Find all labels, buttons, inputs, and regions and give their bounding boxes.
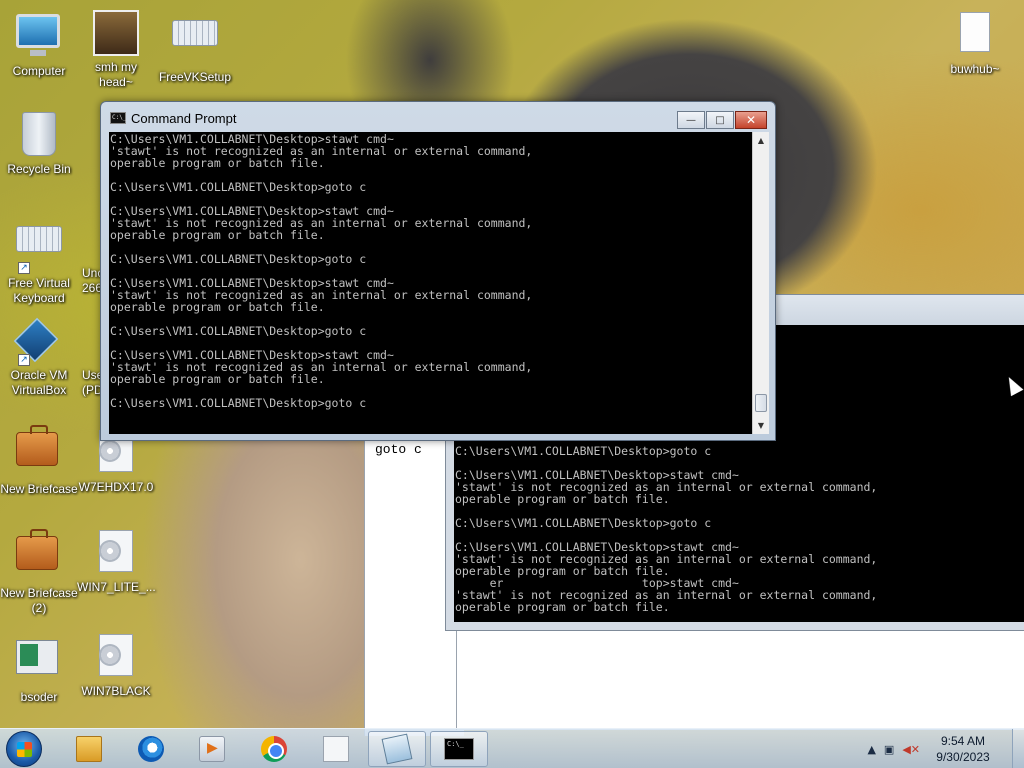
desktop-icon-label: WIN7BLACK [81, 684, 151, 698]
taskbar-disc-image-button[interactable] [307, 731, 365, 767]
taskbar-notepad-button[interactable] [368, 731, 426, 767]
console-line: operable program or batch file. [455, 600, 670, 614]
disc-image-icon [93, 530, 139, 576]
window-title: Command Prompt [131, 111, 237, 126]
desktop-icon-unc[interactable]: Unc 266 [60, 216, 100, 296]
desktop-icon-recycle-bin[interactable]: Recycle Bin [0, 112, 78, 177]
desktop-icon-label: W7EHDX17.0 [78, 480, 154, 494]
media-player-icon [199, 736, 225, 762]
document-icon [70, 216, 90, 262]
minimize-icon: — [686, 114, 696, 126]
console-line: C:\Users\VM1.COLLABNET\Desktop>goto c [110, 324, 367, 338]
taskbar-ie-button[interactable] [122, 731, 180, 767]
document-icon [70, 318, 90, 364]
desktop-icon-label: New Briefcase (2) [0, 586, 78, 615]
disc-image-icon [93, 634, 139, 680]
briefcase-icon [16, 536, 62, 582]
console-line: operable program or batch file. [110, 228, 325, 242]
clock-time: 9:54 AM [940, 734, 986, 748]
desktop-icon-label: Unc 266 [82, 266, 100, 295]
scroll-up-arrow-icon[interactable]: ▲ [753, 132, 769, 149]
disc-image-icon [323, 736, 349, 762]
maximize-icon: □ [715, 114, 725, 126]
desktop-icon-label: Computer [12, 64, 66, 78]
clock-date: 9/30/2023 [936, 750, 990, 764]
internet-explorer-icon [138, 736, 164, 762]
desktop-icon-label: WIN7_LITE_... [77, 580, 156, 594]
desktop-icon-label: New Briefcase [0, 482, 78, 496]
console-line: operable program or batch file. [110, 156, 325, 170]
taskbar-cmd-button[interactable]: C:\_ [430, 731, 488, 767]
show-desktop-button[interactable] [1012, 729, 1024, 768]
virtualbox-icon: ↗ [13, 317, 62, 366]
taskbar: C:\_ ▲ ▣ ◀✕ 9:54 AM 9/30/2023 [0, 728, 1024, 768]
desktop-icon-label: bsoder [20, 690, 58, 704]
console-line: operable program or batch file. [455, 492, 670, 506]
desktop-icon-buwhub[interactable]: buwhub~ [936, 10, 1014, 77]
desktop-icon-computer[interactable]: Computer [0, 10, 78, 79]
taskbar-chrome-button[interactable] [245, 731, 303, 767]
notepad-window-area[interactable] [456, 630, 1024, 730]
chrome-icon [261, 736, 287, 762]
network-icon[interactable]: ▣ [884, 743, 894, 756]
desktop-icon-win7-lite[interactable]: WIN7_LITE_... [77, 530, 156, 595]
console-line: operable program or batch file. [110, 372, 325, 386]
scrollbar-thumb[interactable] [755, 394, 767, 412]
desktop-icon-new-briefcase[interactable]: New Briefcase [0, 422, 78, 497]
desktop-icon-use-pd[interactable]: Use (PD [60, 318, 100, 398]
notepad-icon [381, 733, 413, 765]
document-icon [952, 12, 998, 58]
scroll-down-arrow-icon[interactable]: ▼ [753, 417, 769, 434]
desktop-icon-label: smh my head~ [95, 60, 137, 89]
clock[interactable]: 9:54 AM 9/30/2023 [928, 733, 998, 765]
start-button[interactable] [6, 731, 42, 767]
close-icon: ✕ [745, 113, 757, 127]
cmd-icon: C:\_ [444, 738, 474, 760]
shortcut-arrow-icon: ↗ [18, 262, 30, 274]
recycle-bin-icon [16, 112, 62, 158]
keyboard-icon: ↗ [16, 226, 62, 274]
console-line: C:\Users\VM1.COLLABNET\Desktop>goto c [110, 252, 367, 266]
bsoder-app-icon [16, 640, 62, 686]
desktop-icon-label: Recycle Bin [7, 162, 71, 176]
desktop-icon-freevksetup[interactable]: FreeVKSetup [156, 10, 234, 85]
console-line: operable program or batch file. [110, 300, 325, 314]
console-output: C:\Users\VM1.COLLABNET\Desktop>stawt cmd… [109, 132, 752, 410]
console-line: C:\Users\VM1.COLLABNET\Desktop>goto c [455, 444, 712, 458]
cmd-icon: C:\_ [110, 112, 126, 124]
computer-icon [16, 14, 62, 60]
keyboard-icon [172, 20, 218, 66]
taskbar-media-player-button[interactable] [183, 731, 241, 767]
system-tray: ▲ ▣ ◀✕ 9:54 AM 9/30/2023 [867, 729, 1024, 768]
show-hidden-icons-arrow[interactable]: ▲ [867, 743, 875, 756]
desktop-icon-win7black[interactable]: WIN7BLACK [77, 634, 155, 699]
taskbar-explorer-button[interactable] [60, 731, 118, 767]
console-line: C:\Users\VM1.COLLABNET\Desktop>goto c [455, 516, 712, 530]
image-file-icon [93, 10, 139, 56]
console-line: C:\Users\VM1.COLLABNET\Desktop>goto c [110, 396, 367, 410]
console-area[interactable]: C:\Users\VM1.COLLABNET\Desktop>stawt cmd… [109, 132, 752, 434]
desktop-icon-new-briefcase-2[interactable]: New Briefcase (2) [0, 526, 78, 616]
window-titlebar[interactable]: C:\_ Command Prompt — □ ✕ [101, 102, 775, 132]
vertical-scrollbar[interactable]: ▲ ▼ [752, 132, 769, 434]
desktop-icon-smh-my-head[interactable]: smh my head~ [77, 10, 155, 90]
close-button[interactable]: ✕ [735, 111, 767, 129]
folder-icon [76, 736, 102, 762]
desktop-icon-label: FreeVKSetup [158, 70, 232, 84]
minimize-button[interactable]: — [677, 111, 705, 129]
volume-muted-icon[interactable]: ◀✕ [902, 743, 920, 756]
desktop-icon-bsoder[interactable]: bsoder [0, 634, 78, 705]
command-prompt-window[interactable]: C:\_ Command Prompt — □ ✕ C:\Users\VM1.C… [100, 101, 776, 441]
desktop-icon-label: Use (PD [82, 368, 100, 397]
shortcut-arrow-icon: ↗ [18, 354, 30, 366]
notepad-text[interactable]: goto c [375, 442, 422, 457]
maximize-button[interactable]: □ [706, 111, 734, 129]
briefcase-icon [16, 432, 62, 478]
desktop-icon-label: buwhub~ [950, 62, 1000, 76]
console-line: C:\Users\VM1.COLLABNET\Desktop>goto c [110, 180, 367, 194]
